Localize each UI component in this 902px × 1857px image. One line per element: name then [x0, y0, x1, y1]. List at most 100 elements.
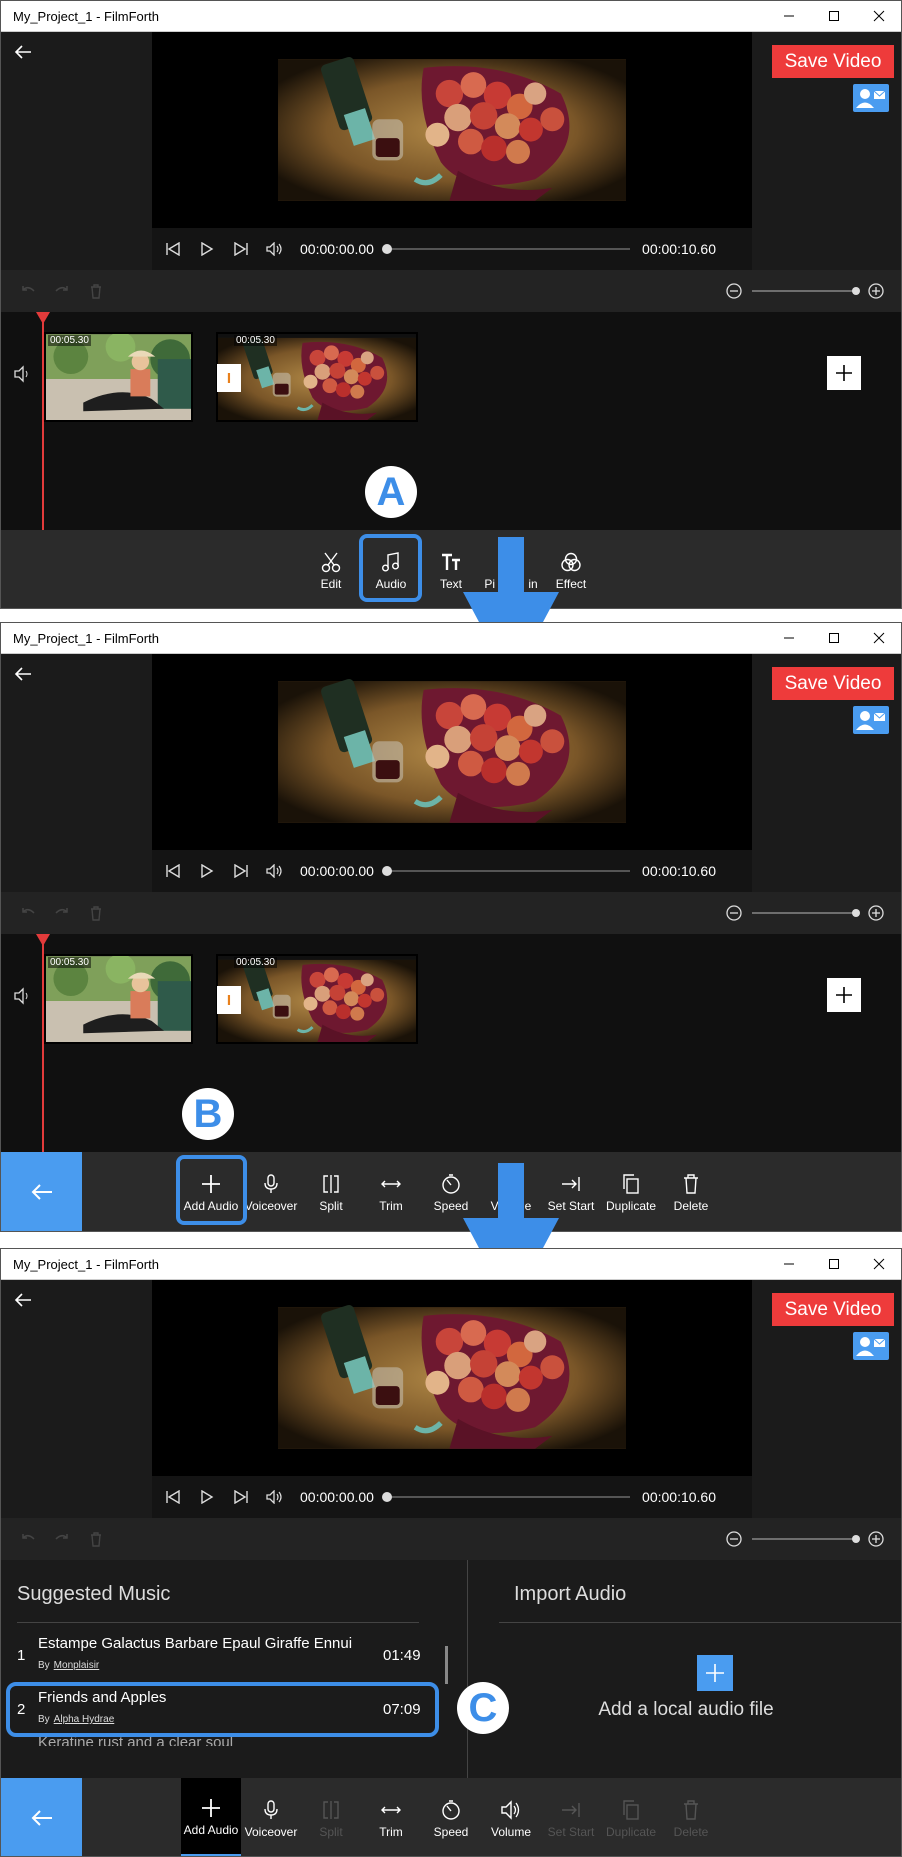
window-step-2: My_Project_1 - FilmForth Save Video 00:0…	[0, 622, 902, 1232]
transition-button[interactable]: I	[217, 364, 241, 392]
playhead[interactable]	[36, 934, 50, 1152]
video-clip-1[interactable]: 00:05.30	[44, 332, 193, 422]
close-button[interactable]	[856, 1, 901, 32]
volume-icon[interactable]	[258, 1476, 292, 1518]
back-arrow-icon[interactable]	[13, 664, 33, 684]
delete-tool[interactable]: Delete	[661, 1152, 721, 1231]
speaker-icon[interactable]	[13, 364, 33, 384]
tool-label: Split	[319, 1824, 343, 1839]
title-bar: My_Project_1 - FilmForth	[1, 1249, 901, 1280]
feedback-icon[interactable]	[853, 84, 889, 112]
split-tool[interactable]: Split	[301, 1778, 361, 1856]
undo-icon[interactable]	[19, 904, 37, 922]
audio-toolbar: Add Audio Voiceover Split Trim Speed Ve …	[1, 1152, 901, 1231]
transition-button[interactable]: I	[217, 986, 241, 1014]
video-clip-2[interactable]: 00:05.30	[216, 332, 418, 422]
trash-icon[interactable]	[87, 1530, 105, 1548]
play-icon[interactable]	[190, 1476, 224, 1518]
maximize-button[interactable]	[811, 1249, 856, 1280]
edit-tool[interactable]: Edit	[301, 530, 361, 608]
minimize-button[interactable]	[766, 1, 811, 32]
save-video-button[interactable]: Save Video	[772, 1293, 894, 1326]
feedback-icon[interactable]	[853, 1332, 889, 1360]
speaker-icon[interactable]	[13, 986, 33, 1006]
close-button[interactable]	[856, 623, 901, 654]
play-icon[interactable]	[190, 850, 224, 892]
zoom-slider[interactable]	[726, 904, 886, 922]
tool-label: Add Audio	[183, 1822, 239, 1837]
seek-bar[interactable]	[381, 244, 631, 254]
zoom-slider[interactable]	[726, 1530, 886, 1548]
tool-label: Edit	[320, 576, 342, 591]
duplicate-tool[interactable]: Duplicate	[601, 1778, 661, 1856]
close-button[interactable]	[856, 1249, 901, 1280]
seek-bar[interactable]	[381, 1492, 631, 1502]
playhead[interactable]	[36, 312, 50, 530]
skip-back-icon[interactable]	[156, 1476, 190, 1518]
step-badge-b: B	[182, 1088, 234, 1140]
add-audio-tool[interactable]: Add Audio	[181, 1778, 241, 1856]
add-local-audio-label[interactable]: Add a local audio file	[469, 1699, 901, 1721]
speed-tool[interactable]: Speed	[421, 1778, 481, 1856]
skip-back-icon[interactable]	[156, 228, 190, 270]
skip-forward-icon[interactable]	[224, 228, 258, 270]
highlight-add-audio	[176, 1155, 247, 1225]
maximize-button[interactable]	[811, 1, 856, 32]
play-icon[interactable]	[190, 228, 224, 270]
seek-handle[interactable]	[381, 866, 392, 876]
trash-icon[interactable]	[87, 904, 105, 922]
skip-back-icon[interactable]	[156, 850, 190, 892]
save-video-button[interactable]: Save Video	[772, 667, 894, 700]
maximize-button[interactable]	[811, 623, 856, 654]
track-artist: By Monplaisir	[38, 1660, 100, 1671]
music-track[interactable]: Keratine rust and a clear soul	[1, 1736, 441, 1746]
scrollbar[interactable]	[445, 1646, 448, 1684]
add-local-file-button[interactable]	[697, 1655, 733, 1691]
redo-icon[interactable]	[53, 904, 71, 922]
clip-thumbnail	[46, 956, 191, 1042]
add-clip-button[interactable]	[827, 978, 861, 1012]
right-column: Save Video	[759, 32, 901, 270]
voiceover-tool[interactable]: Voiceover	[241, 1778, 301, 1856]
preview-frame	[278, 654, 626, 850]
duplicate-tool[interactable]: Duplicate	[601, 1152, 661, 1231]
trim-tool[interactable]: Trim	[361, 1152, 421, 1231]
toolbar-back-button[interactable]	[1, 1778, 82, 1856]
split-tool[interactable]: Split	[301, 1152, 361, 1231]
plus-icon	[199, 1796, 223, 1820]
back-arrow-icon[interactable]	[13, 1290, 33, 1310]
voiceover-tool[interactable]: Voiceover	[241, 1152, 301, 1231]
video-clip-1[interactable]: 00:05.30	[44, 954, 193, 1044]
skip-forward-icon[interactable]	[224, 1476, 258, 1518]
toolbar-back-button[interactable]	[1, 1152, 82, 1231]
seek-handle[interactable]	[381, 1492, 392, 1502]
video-clip-2[interactable]: 00:05.30	[216, 954, 418, 1044]
delete-tool[interactable]: Delete	[661, 1778, 721, 1856]
back-arrow-icon[interactable]	[13, 42, 33, 62]
trim-tool[interactable]: Trim	[361, 1778, 421, 1856]
redo-icon[interactable]	[53, 1530, 71, 1548]
volume-icon[interactable]	[258, 850, 292, 892]
minimize-button[interactable]	[766, 623, 811, 654]
volume-tool[interactable]: Volume	[481, 1778, 541, 1856]
music-track[interactable]: 1 Estampe Galactus Barbare Epaul Giraffe…	[1, 1628, 441, 1680]
music-panel: Suggested Music 1 Estampe Galactus Barba…	[1, 1560, 901, 1778]
zoom-slider[interactable]	[726, 282, 886, 300]
trash-icon[interactable]	[87, 282, 105, 300]
tool-label: Set Start	[547, 1824, 595, 1839]
redo-icon[interactable]	[53, 282, 71, 300]
undo-bar	[1, 270, 901, 312]
current-time: 00:00:00.00	[300, 241, 374, 257]
feedback-icon[interactable]	[853, 706, 889, 734]
skip-forward-icon[interactable]	[224, 850, 258, 892]
add-clip-button[interactable]	[827, 356, 861, 390]
set-start-tool[interactable]: Set Start	[541, 1778, 601, 1856]
undo-icon[interactable]	[19, 282, 37, 300]
seek-handle[interactable]	[381, 244, 392, 254]
undo-icon[interactable]	[19, 1530, 37, 1548]
volume-icon[interactable]	[258, 228, 292, 270]
artist-link[interactable]: Monplaisir	[54, 1660, 100, 1671]
seek-bar[interactable]	[381, 866, 631, 876]
minimize-button[interactable]	[766, 1249, 811, 1280]
save-video-button[interactable]: Save Video	[772, 45, 894, 78]
